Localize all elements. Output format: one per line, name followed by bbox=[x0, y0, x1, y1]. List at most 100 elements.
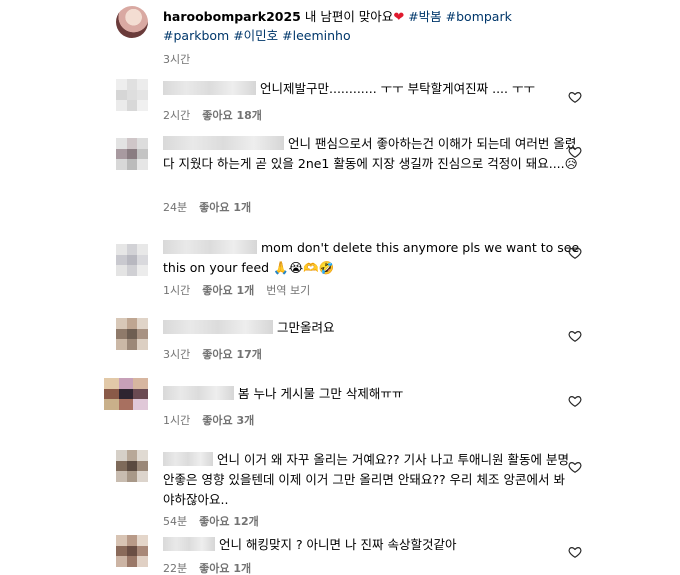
avatar[interactable] bbox=[116, 138, 148, 170]
avatar-pixel bbox=[126, 100, 138, 111]
avatar-pixel bbox=[116, 535, 127, 546]
avatar-pixel bbox=[126, 254, 138, 266]
heart-icon[interactable] bbox=[568, 460, 582, 474]
translate-link[interactable]: 번역 보기 bbox=[266, 284, 310, 297]
hashtag[interactable]: #이민호 bbox=[229, 28, 278, 43]
like-count[interactable]: 좋아요 17개 bbox=[202, 348, 262, 361]
avatar-pixel bbox=[116, 79, 127, 90]
avatar-pixel bbox=[118, 388, 134, 400]
avatar-pixel bbox=[116, 138, 127, 149]
blurred-username[interactable] bbox=[163, 320, 273, 334]
avatar-pixel bbox=[126, 138, 138, 149]
blurred-username[interactable] bbox=[163, 386, 234, 400]
comment-meta: 1시간 좋아요 3개 bbox=[163, 412, 266, 428]
avatar-pixel bbox=[137, 79, 148, 90]
avatar-pixel bbox=[116, 244, 127, 255]
like-count[interactable]: 좋아요 3개 bbox=[202, 414, 254, 427]
comment-time[interactable]: 1시간 bbox=[163, 284, 190, 297]
heart-icon[interactable] bbox=[568, 394, 582, 408]
avatar-pixel bbox=[116, 159, 127, 170]
avatar[interactable] bbox=[116, 318, 148, 350]
hashtag[interactable]: #박봄 bbox=[404, 9, 441, 24]
avatar-pixel bbox=[126, 545, 138, 557]
comment-time[interactable]: 1시간 bbox=[163, 414, 190, 427]
comment-text: 그만올려요 bbox=[277, 320, 335, 335]
blurred-username[interactable] bbox=[163, 81, 256, 95]
avatar-pixel bbox=[137, 545, 148, 557]
blurred-username[interactable] bbox=[163, 240, 257, 254]
avatar[interactable] bbox=[104, 378, 148, 410]
comment-time[interactable]: 3시간 bbox=[163, 348, 190, 361]
comment: 언니 팬심으로서 좋아하는건 이해가 되는데 여러번 올렸다 지웠다 하는게 곧… bbox=[116, 134, 680, 216]
avatar[interactable] bbox=[116, 244, 148, 276]
heart-icon[interactable] bbox=[568, 145, 582, 159]
avatar-pixel bbox=[137, 460, 148, 472]
avatar[interactable] bbox=[116, 535, 148, 567]
avatar-pixel bbox=[104, 388, 119, 400]
comment-body: 언니제발구만............ ㅜㅜ 부탁할게여진짜 .... ㅜㅜ bbox=[163, 79, 563, 99]
like-count[interactable]: 좋아요 12개 bbox=[199, 515, 259, 528]
avatar-pixel bbox=[133, 388, 148, 400]
comment-time[interactable]: 22분 bbox=[163, 562, 187, 575]
like-count[interactable]: 좋아요 1개 bbox=[199, 201, 251, 214]
comment: 언니 이거 왜 자꾸 올리는 거예요?? 기사 나고 투애니원 활동에 분명 안… bbox=[116, 450, 680, 528]
comment-body: 그만올려요 bbox=[163, 318, 563, 338]
comment-meta: 2시간 좋아요 18개 bbox=[163, 107, 274, 123]
avatar-pixel bbox=[116, 100, 127, 111]
comment-text: 언니제발구만............ ㅜㅜ 부탁할게여진짜 .... ㅜㅜ bbox=[260, 81, 535, 96]
comment-meta: 54분 좋아요 12개 bbox=[163, 513, 271, 529]
comment-body: 언니 해킹맞지 ? 아니면 나 진짜 속상할것같아 bbox=[163, 535, 563, 555]
avatar-pixel bbox=[116, 545, 127, 557]
avatar[interactable] bbox=[116, 450, 148, 482]
hashtag[interactable]: #parkbom bbox=[163, 28, 229, 43]
avatar-pixel bbox=[116, 450, 127, 461]
avatar-pixel bbox=[126, 556, 138, 567]
heart-icon[interactable] bbox=[568, 545, 582, 559]
comment-meta: 1시간 좋아요 1개 번역 보기 bbox=[163, 282, 322, 298]
avatar-pixel bbox=[126, 460, 138, 472]
avatar-pixel bbox=[137, 556, 148, 567]
like-count[interactable]: 좋아요 1개 bbox=[202, 284, 254, 297]
avatar-pixel bbox=[137, 159, 148, 170]
avatar-pixel bbox=[126, 318, 138, 329]
like-count[interactable]: 좋아요 18개 bbox=[202, 109, 262, 122]
avatar-pixel bbox=[137, 471, 148, 482]
avatar-pixel bbox=[116, 265, 127, 276]
avatar-pixel bbox=[137, 450, 148, 461]
avatar-pixel bbox=[126, 450, 138, 461]
comment-text: 언니 해킹맞지 ? 아니면 나 진짜 속상할것같아 bbox=[219, 537, 457, 552]
avatar-pixel bbox=[116, 339, 127, 350]
comment-body: 봄 누나 게시물 그만 삭제해ㅠㅠ bbox=[163, 384, 563, 404]
post-timestamp[interactable]: 3시간 bbox=[163, 51, 190, 67]
comment-meta: 24분 좋아요 1개 bbox=[163, 199, 263, 215]
hashtag[interactable]: #bompark bbox=[442, 9, 512, 24]
avatar-pixel bbox=[116, 556, 127, 567]
avatar-pixel bbox=[126, 148, 138, 160]
blurred-username[interactable] bbox=[163, 537, 215, 551]
avatar-pixel bbox=[118, 399, 134, 410]
comment-time[interactable]: 24분 bbox=[163, 201, 187, 214]
avatar-pixel bbox=[126, 328, 138, 340]
heart-icon[interactable] bbox=[568, 246, 582, 260]
comment-meta: 22분 좋아요 1개 bbox=[163, 560, 263, 575]
author-avatar[interactable] bbox=[116, 6, 148, 38]
comment-time[interactable]: 54분 bbox=[163, 515, 187, 528]
caption-text: 내 남편이 맞아요 bbox=[300, 9, 394, 24]
comment-body: mom don't delete this anymore pls we wan… bbox=[163, 238, 583, 278]
comment: 봄 누나 게시물 그만 삭제해ㅠㅠ 1시간 좋아요 3개 bbox=[104, 378, 680, 428]
blurred-username[interactable] bbox=[163, 136, 284, 150]
blurred-username[interactable] bbox=[163, 452, 213, 466]
avatar-pixel bbox=[126, 89, 138, 101]
heart-icon[interactable] bbox=[568, 329, 582, 343]
like-count[interactable]: 좋아요 1개 bbox=[199, 562, 251, 575]
heart-icon[interactable] bbox=[568, 90, 582, 104]
avatar-pixel bbox=[137, 148, 148, 160]
comment-text: 언니 이거 왜 자꾸 올리는 거예요?? 기사 나고 투애니원 활동에 분명 안… bbox=[163, 452, 570, 507]
avatar-pixel bbox=[126, 265, 138, 276]
comment-body: 언니 이거 왜 자꾸 올리는 거예요?? 기사 나고 투애니원 활동에 분명 안… bbox=[163, 450, 573, 510]
author-username[interactable]: haroobompark2025 bbox=[163, 9, 301, 24]
hashtag[interactable]: #leeminho bbox=[278, 28, 350, 43]
comment-time[interactable]: 2시간 bbox=[163, 109, 190, 122]
avatar-pixel bbox=[126, 244, 138, 255]
avatar[interactable] bbox=[116, 79, 148, 111]
